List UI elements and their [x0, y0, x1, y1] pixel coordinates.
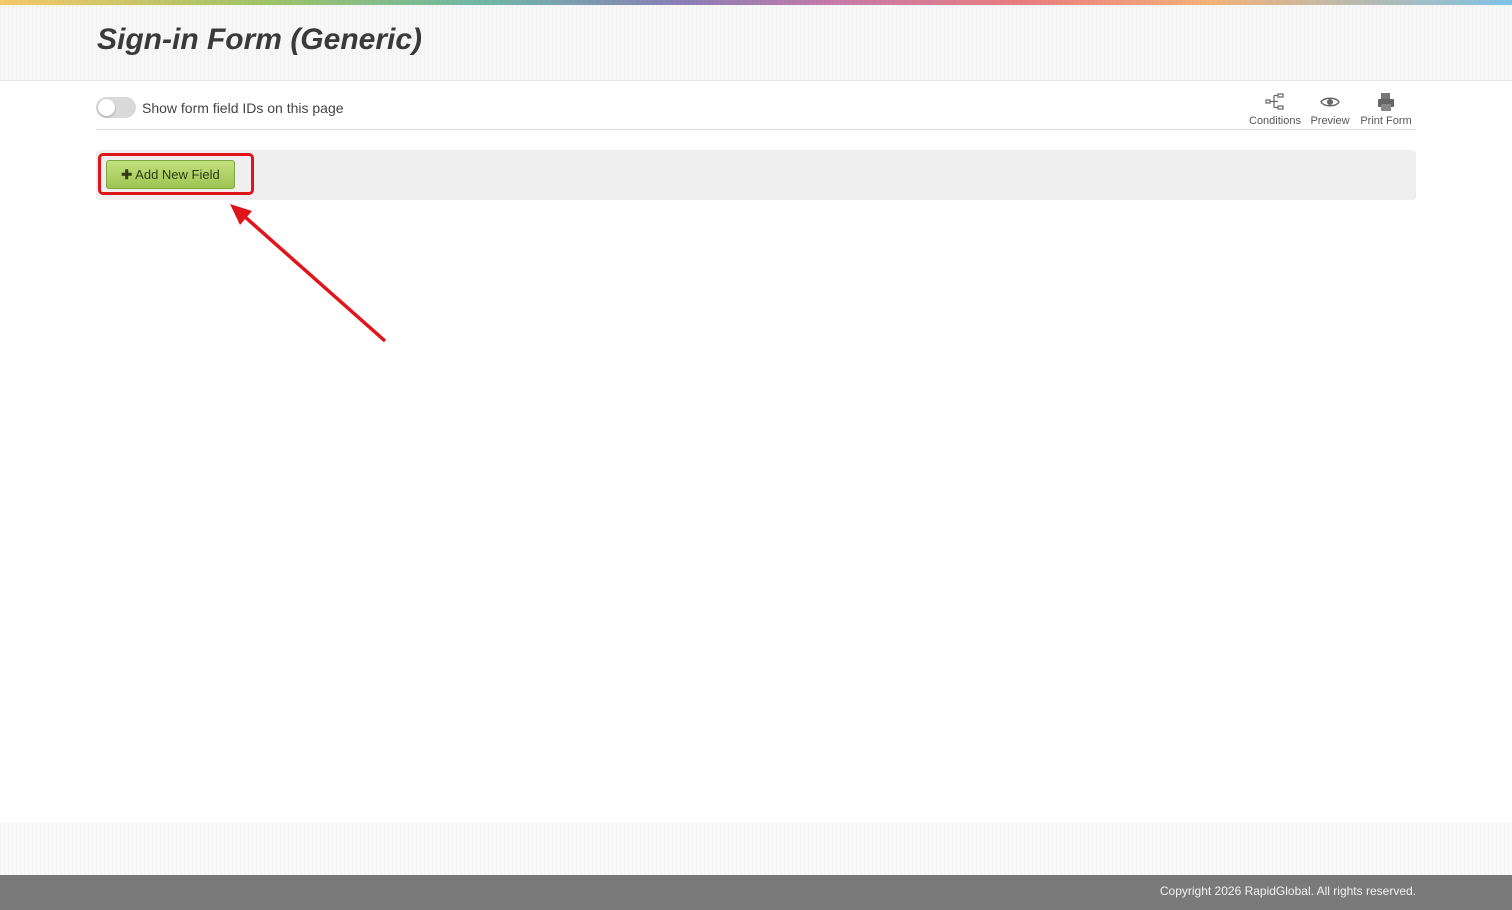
eye-icon	[1320, 97, 1340, 107]
toggle-knob	[98, 99, 115, 116]
plus-icon: ✚	[121, 166, 133, 182]
show-field-ids-toggle[interactable]	[96, 97, 136, 118]
add-new-field-button[interactable]: ✚ Add New Field	[106, 160, 235, 189]
annotation-arrow	[230, 204, 387, 343]
preview-button[interactable]: Preview	[1307, 92, 1353, 127]
print-form-label: Print Form	[1360, 115, 1412, 127]
copyright-text: Copyright 2026 RapidGlobal. All rights r…	[1159, 884, 1416, 898]
footer-pattern	[0, 822, 1512, 875]
page-title: Sign-in Form (Generic)	[97, 23, 423, 56]
toolbar-row: Show form field IDs on this page Conditi…	[96, 88, 1416, 130]
print-form-button[interactable]: Print Form	[1356, 92, 1416, 127]
printer-icon	[1378, 93, 1394, 111]
field-action-bar: ✚ Add New Field	[96, 150, 1416, 200]
conditions-label: Conditions	[1249, 115, 1301, 127]
page-footer: Copyright 2026 RapidGlobal. All rights r…	[0, 875, 1512, 910]
add-new-field-label: Add New Field	[135, 166, 220, 182]
show-field-ids-label: Show form field IDs on this page	[142, 100, 344, 116]
conditions-button[interactable]: Conditions	[1245, 92, 1305, 127]
conditions-icon	[1265, 93, 1284, 110]
page-header: Sign-in Form (Generic)	[0, 5, 1512, 81]
preview-label: Preview	[1310, 115, 1350, 127]
